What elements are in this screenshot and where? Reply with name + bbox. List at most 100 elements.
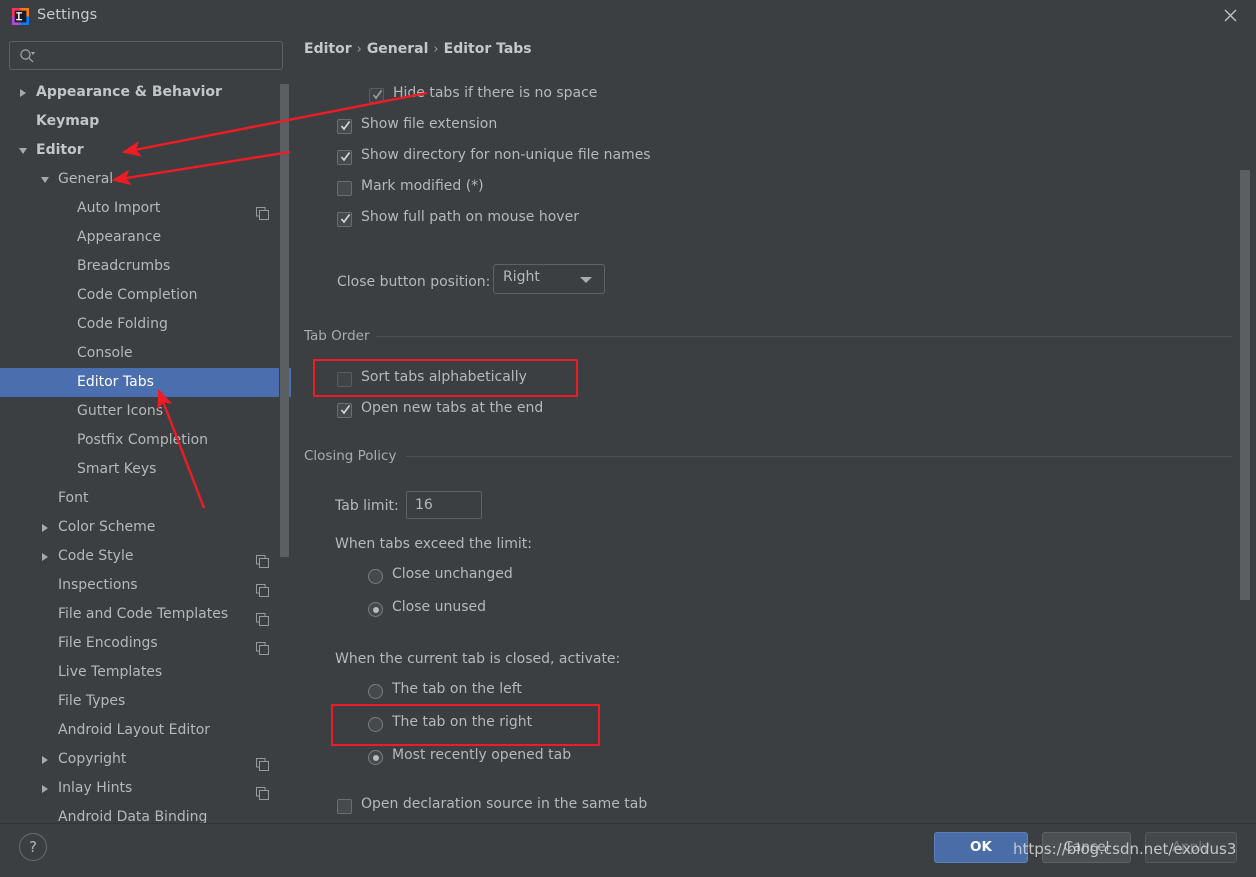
radio-dot-icon	[372, 754, 379, 761]
checkbox-mark-modified[interactable]	[337, 181, 352, 196]
select-value: Right	[503, 269, 540, 285]
radio-close-unchanged[interactable]	[368, 569, 383, 584]
sidebar-item-editor[interactable]: Editor	[0, 136, 291, 165]
sidebar-item-gutter-icons[interactable]: Gutter Icons	[0, 397, 291, 426]
checkbox-label: Hide tabs if there is no space	[393, 85, 598, 101]
close-icon[interactable]	[1218, 5, 1242, 29]
chevron-down-icon[interactable]	[16, 136, 30, 165]
sidebar-item-label: File Types	[58, 693, 126, 709]
sidebar-item-breadcrumbs[interactable]: Breadcrumbs	[0, 252, 291, 281]
chevron-down-icon	[580, 277, 592, 283]
sidebar-item-postfix-completion[interactable]: Postfix Completion	[0, 426, 291, 455]
sidebar-item-smart-keys[interactable]: Smart Keys	[0, 455, 291, 484]
sidebar-item-file-and-code-templates[interactable]: File and Code Templates	[0, 600, 291, 629]
sidebar-item-editor-tabs[interactable]: Editor Tabs	[0, 368, 291, 397]
sidebar-item-inlay-hints[interactable]: Inlay Hints	[0, 774, 291, 803]
sidebar-item-label: Color Scheme	[58, 519, 156, 535]
chevron-down-icon[interactable]	[38, 165, 52, 194]
twisty-triangle-icon	[42, 784, 48, 793]
sidebar-item-label: Inspections	[58, 577, 138, 593]
breadcrumb-item[interactable]: Editor	[304, 41, 352, 57]
copy-settings-icon	[256, 753, 269, 771]
close-button-position-select[interactable]: Right	[493, 264, 605, 294]
sidebar-item-label: File and Code Templates	[58, 606, 229, 622]
group-title: Tab Order	[304, 328, 378, 344]
sidebar-item-android-layout-editor[interactable]: Android Layout Editor	[0, 716, 291, 745]
radio-most-recently-opened-tab[interactable]	[368, 750, 383, 765]
sidebar-item-color-scheme[interactable]: Color Scheme	[0, 513, 291, 542]
intellij-idea-logo-icon	[12, 8, 29, 25]
sidebar-item-label: Copyright	[58, 751, 127, 767]
check-mark-icon	[340, 403, 351, 416]
check-mark-icon	[340, 150, 351, 163]
sidebar-item-keymap[interactable]: Keymap	[0, 107, 291, 136]
tab-limit-field[interactable]	[406, 491, 482, 519]
chevron-right-icon[interactable]	[38, 774, 52, 803]
sidebar-item-android-data-binding[interactable]: Android Data Binding	[0, 803, 291, 823]
sidebar-item-inspections[interactable]: Inspections	[0, 571, 291, 600]
sidebar-item-appearance[interactable]: Appearance	[0, 223, 291, 252]
sidebar-item-label: Appearance & Behavior	[36, 84, 222, 100]
settings-main-panel: Editor › General › Editor Tabs Hide tabs if …	[291, 33, 1256, 823]
search-field[interactable]	[9, 41, 283, 71]
checkbox-open-declaration-source[interactable]	[337, 799, 352, 814]
chevron-right-icon[interactable]	[38, 542, 52, 571]
search-input[interactable]	[40, 42, 280, 71]
tab-limit-label: Tab limit:	[335, 498, 399, 514]
copy-settings-icon	[256, 579, 269, 597]
sidebar-item-live-templates[interactable]: Live Templates	[0, 658, 291, 687]
checkbox-show-full-path[interactable]	[337, 212, 352, 227]
group-tab-order: Tab Order	[304, 328, 1232, 344]
chevron-right-icon[interactable]	[38, 513, 52, 542]
twisty-triangle-icon	[42, 755, 48, 764]
main-scrollbar-thumb[interactable]	[1240, 170, 1250, 600]
radio-label: The tab on the left	[392, 681, 522, 697]
breadcrumb-separator: ›	[433, 42, 439, 57]
editor-tabs-settings: Hide tabs if there is no space Show file…	[291, 66, 1256, 823]
breadcrumb-item[interactable]: General	[367, 41, 429, 57]
sidebar-item-console[interactable]: Console	[0, 339, 291, 368]
watermark-text: https://blog.csdn.net/exodus3	[1013, 840, 1237, 858]
sidebar-item-font[interactable]: Font	[0, 484, 291, 513]
checkbox-hide-tabs[interactable]	[369, 88, 384, 103]
sidebar-item-appearance-behavior[interactable]: Appearance & Behavior	[0, 78, 291, 107]
sidebar-item-code-completion[interactable]: Code Completion	[0, 281, 291, 310]
sidebar-item-file-encodings[interactable]: File Encodings	[0, 629, 291, 658]
settings-sidebar: Appearance & Behavior Keymap Editor General…	[0, 33, 291, 823]
radio-close-unused[interactable]	[368, 602, 383, 617]
sidebar-item-auto-import[interactable]: Auto Import	[0, 194, 291, 223]
sidebar-item-label: Auto Import	[77, 200, 161, 216]
sidebar-item-label: Code Style	[58, 548, 134, 564]
tab-limit-input[interactable]	[407, 492, 481, 518]
chevron-right-icon[interactable]	[38, 745, 52, 774]
radio-label: Close unused	[392, 599, 487, 615]
copy-settings-icon	[256, 202, 269, 220]
breadcrumb-separator: ›	[356, 42, 362, 57]
sidebar-item-label: Gutter Icons	[77, 403, 164, 419]
sidebar-item-label: Postfix Completion	[77, 432, 209, 448]
checkbox-sort-tabs-alphabetically[interactable]	[337, 372, 352, 387]
sidebar-item-label: Code Completion	[77, 287, 198, 303]
sidebar-item-general[interactable]: General	[0, 165, 291, 194]
radio-label: The tab on the right	[392, 714, 533, 730]
settings-tree: Appearance & Behavior Keymap Editor General…	[0, 78, 291, 823]
sidebar-item-label: Appearance	[77, 229, 162, 245]
checkbox-show-directory[interactable]	[337, 150, 352, 165]
chevron-right-icon[interactable]	[16, 78, 30, 107]
checkbox-show-file-extension[interactable]	[337, 119, 352, 134]
breadcrumb-item[interactable]: Editor Tabs	[444, 41, 532, 57]
radio-the-tab-on-the-right[interactable]	[368, 717, 383, 732]
sidebar-scrollbar-thumb[interactable]	[280, 84, 289, 557]
sidebar-item-label: Editor	[36, 142, 84, 158]
sidebar-item-code-folding[interactable]: Code Folding	[0, 310, 291, 339]
radio-the-tab-on-the-left[interactable]	[368, 684, 383, 699]
check-mark-icon	[340, 212, 351, 225]
sidebar-item-code-style[interactable]: Code Style	[0, 542, 291, 571]
sidebar-item-copyright[interactable]: Copyright	[0, 745, 291, 774]
search-icon	[19, 48, 35, 64]
copy-settings-icon	[256, 608, 269, 626]
help-button[interactable]: ?	[19, 833, 47, 861]
twisty-triangle-icon	[42, 523, 48, 532]
sidebar-item-file-types[interactable]: File Types	[0, 687, 291, 716]
checkbox-open-new-tabs-at-the-end[interactable]	[337, 403, 352, 418]
